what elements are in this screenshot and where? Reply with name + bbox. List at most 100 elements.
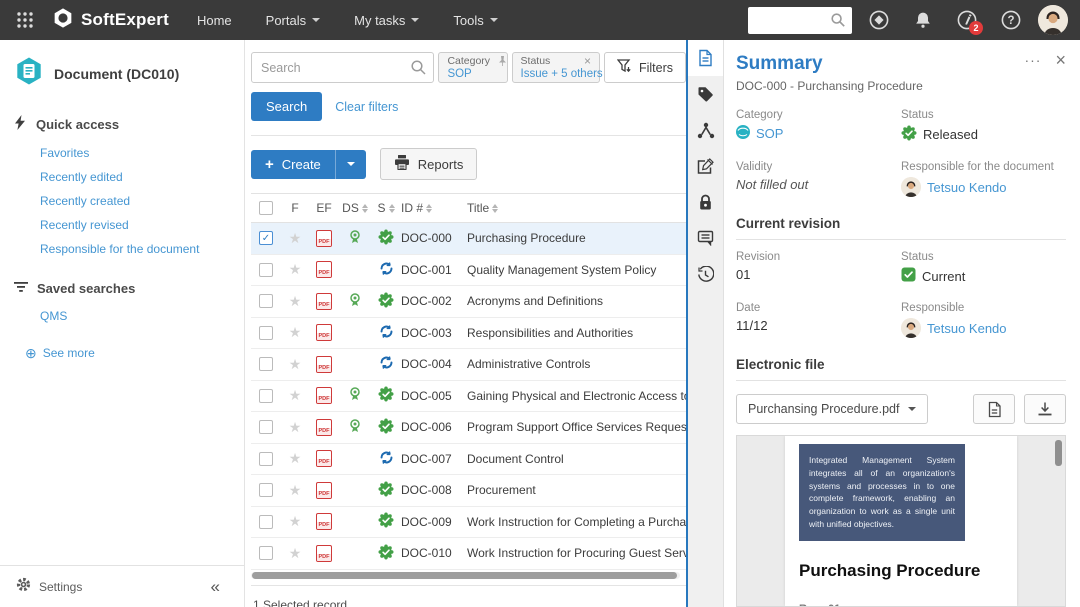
tab-revision-notes-icon[interactable]	[688, 148, 723, 184]
close-icon[interactable]: ×	[584, 56, 591, 66]
select-all-checkbox[interactable]	[259, 201, 273, 215]
sidebar-item-recently-revised[interactable]: Recently revised	[14, 209, 230, 233]
preview-scrollbar-thumb[interactable]	[1055, 440, 1062, 466]
pdf-file-icon[interactable]: PDF	[316, 419, 332, 436]
table-row[interactable]: ★ PDF	[251, 381, 686, 413]
row-checkbox[interactable]	[259, 263, 273, 277]
favorite-star-icon[interactable]: ★	[289, 419, 302, 436]
pdf-file-icon[interactable]: PDF	[316, 450, 332, 467]
collapse-sidebar-button[interactable]: «	[211, 577, 220, 597]
favorite-star-icon[interactable]: ★	[289, 450, 302, 467]
filter-chip-status[interactable]: Status× Issue + 5 others	[512, 52, 600, 83]
filters-button[interactable]: Filters	[604, 52, 686, 83]
create-dropdown-button[interactable]	[335, 150, 366, 179]
tab-security-lock-icon[interactable]	[688, 184, 723, 220]
pin-icon[interactable]	[498, 56, 507, 67]
tab-tags-icon[interactable]	[688, 76, 723, 112]
column-electronic-file[interactable]: EF	[309, 201, 339, 215]
notifications-bell-icon[interactable]	[906, 3, 940, 37]
row-checkbox[interactable]: ✓	[259, 231, 273, 245]
table-row[interactable]: ★ PDF	[251, 255, 686, 287]
sidebar-item-recently-created[interactable]: Recently created	[14, 185, 230, 209]
table-row[interactable]: ★ PDF	[251, 444, 686, 476]
table-row[interactable]: ★ PDF	[251, 318, 686, 350]
pdf-file-icon[interactable]: PDF	[316, 482, 332, 499]
favorite-star-icon[interactable]: ★	[289, 356, 302, 373]
table-row[interactable]: ✓ ★ PDF	[251, 223, 686, 255]
pdf-file-icon[interactable]: PDF	[316, 513, 332, 530]
nav-home[interactable]: Home	[197, 13, 232, 28]
reports-button[interactable]: Reports	[380, 148, 478, 180]
table-row[interactable]: ★ PDF	[251, 412, 686, 444]
sort-icon[interactable]	[492, 204, 498, 213]
pdf-file-icon[interactable]: PDF	[316, 261, 332, 278]
tab-history-clock-icon[interactable]	[688, 256, 723, 292]
view-file-button[interactable]	[973, 394, 1015, 424]
close-panel-button[interactable]: ×	[1055, 53, 1066, 67]
table-row[interactable]: ★ PDF	[251, 538, 686, 570]
favorite-star-icon[interactable]: ★	[289, 387, 302, 404]
row-checkbox[interactable]	[259, 483, 273, 497]
settings-button[interactable]: Settings	[39, 580, 82, 594]
pdf-file-icon[interactable]: PDF	[316, 293, 332, 310]
pdf-file-icon[interactable]: PDF	[316, 545, 332, 562]
user-avatar[interactable]	[1038, 5, 1068, 35]
favorite-star-icon[interactable]: ★	[289, 545, 302, 562]
tab-summary[interactable]	[688, 40, 723, 76]
download-button[interactable]	[1024, 394, 1066, 424]
sort-icon[interactable]	[426, 204, 432, 213]
pdf-file-icon[interactable]: PDF	[316, 324, 332, 341]
file-select-dropdown[interactable]: Purchansing Procedure.pdf	[736, 394, 928, 424]
scrollbar-thumb[interactable]	[252, 572, 677, 579]
search-button[interactable]: Search	[251, 92, 322, 121]
pdf-file-icon[interactable]: PDF	[316, 230, 332, 247]
search-icon[interactable]	[830, 12, 846, 33]
create-button[interactable]: + Create	[251, 150, 335, 179]
row-checkbox[interactable]	[259, 357, 273, 371]
favorite-star-icon[interactable]: ★	[289, 261, 302, 278]
column-distribution[interactable]: DS	[339, 201, 371, 215]
filter-chip-category[interactable]: Category SOP	[438, 52, 507, 83]
table-row[interactable]: ★ PDF	[251, 507, 686, 539]
column-status[interactable]: S	[371, 201, 401, 215]
favorite-star-icon[interactable]: ★	[289, 482, 302, 499]
document-search-input[interactable]	[251, 52, 434, 83]
tab-structure-icon[interactable]	[688, 112, 723, 148]
revision-responsible-link[interactable]: Tetsuo Kendo	[927, 321, 1007, 336]
favorite-star-icon[interactable]: ★	[289, 230, 302, 247]
help-icon[interactable]: ?	[994, 3, 1028, 37]
favorite-star-icon[interactable]: ★	[289, 293, 302, 310]
sort-icon[interactable]	[362, 204, 368, 213]
pdf-file-icon[interactable]: PDF	[316, 387, 332, 404]
column-id[interactable]: ID #	[401, 201, 467, 215]
column-favorite[interactable]: F	[281, 201, 309, 215]
table-row[interactable]: ★ PDF	[251, 475, 686, 507]
tab-comments-icon[interactable]	[688, 220, 723, 256]
table-row[interactable]: ★ PDF	[251, 349, 686, 381]
favorite-star-icon[interactable]: ★	[289, 324, 302, 341]
sidebar-item-recently-edited[interactable]: Recently edited	[14, 161, 230, 185]
table-row[interactable]: ★ PDF	[251, 286, 686, 318]
app-grid-icon[interactable]	[12, 7, 38, 33]
row-checkbox[interactable]	[259, 326, 273, 340]
see-more-link[interactable]: ⊕ See more	[25, 346, 230, 360]
nav-my-tasks[interactable]: My tasks	[354, 13, 419, 28]
search-icon[interactable]	[410, 59, 427, 81]
sidebar-item-responsible[interactable]: Responsible for the document	[14, 233, 230, 257]
pending-tasks-icon[interactable]: 2	[950, 3, 984, 37]
clear-filters-link[interactable]: Clear filters	[335, 100, 398, 114]
favorite-star-icon[interactable]: ★	[289, 513, 302, 530]
nav-portals[interactable]: Portals	[266, 13, 320, 28]
row-checkbox[interactable]	[259, 515, 273, 529]
row-checkbox[interactable]	[259, 389, 273, 403]
sidebar-item-favorites[interactable]: Favorites	[14, 137, 230, 161]
nav-tools[interactable]: Tools	[453, 13, 497, 28]
row-checkbox[interactable]	[259, 294, 273, 308]
row-checkbox[interactable]	[259, 420, 273, 434]
sidebar-item-qms[interactable]: QMS	[14, 300, 230, 324]
launcher-icon[interactable]	[862, 3, 896, 37]
responsible-link[interactable]: Tetsuo Kendo	[927, 180, 1007, 195]
more-options-button[interactable]: ···	[1024, 55, 1041, 65]
category-link[interactable]: SOP	[756, 126, 783, 141]
brand-logo[interactable]: SoftExpert	[52, 7, 169, 34]
